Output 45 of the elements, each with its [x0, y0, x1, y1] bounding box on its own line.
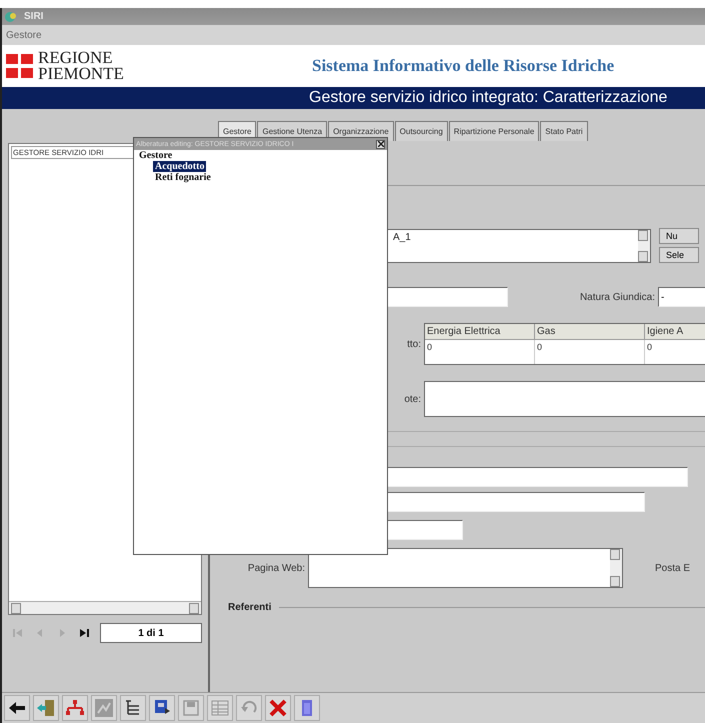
- logo-icon: [6, 52, 34, 80]
- field-label: Posta E: [654, 562, 691, 574]
- field-label: Pagina Web:: [246, 562, 306, 574]
- close-icon: [378, 141, 384, 147]
- field-label: tto:: [406, 338, 422, 350]
- action-button[interactable]: Sele: [659, 247, 699, 263]
- tab[interactable]: Stato Patri: [540, 121, 588, 141]
- action-button[interactable]: Nu: [659, 228, 699, 244]
- toolbar-button[interactable]: [4, 695, 30, 721]
- navigation-button[interactable]: [78, 627, 90, 639]
- field-label: Natura Giundica:: [578, 292, 656, 302]
- grid-icon: [210, 698, 230, 718]
- tree-item[interactable]: Gestore: [137, 150, 174, 161]
- system-title: Sistema Informativo delle Risorse Idriche: [312, 56, 614, 76]
- chart-icon: [94, 698, 114, 718]
- column-header: Energia Elettrica: [425, 324, 535, 340]
- toolbar-button[interactable]: [120, 695, 146, 721]
- section-title: Referenti: [228, 602, 272, 613]
- toolbar-button[interactable]: [149, 695, 175, 721]
- close-icon: [268, 698, 288, 718]
- window-title: SIRI: [24, 11, 44, 22]
- app-icon: [4, 10, 18, 22]
- logo-text: REGIONE: [38, 50, 114, 66]
- column-header: Igiene A: [645, 324, 705, 340]
- network-icon: [65, 698, 85, 718]
- tree-item[interactable]: Acquedotto: [153, 161, 206, 172]
- table-cell: 0: [425, 340, 535, 364]
- tab[interactable]: Outsourcing: [394, 121, 448, 141]
- page-title: Gestore servizio idrico integrato: Caratterizzazione: [309, 89, 668, 107]
- last-icon: [78, 628, 90, 638]
- column-header: Gas: [535, 324, 645, 340]
- logo-text: PIEMONTE: [38, 66, 124, 82]
- tab[interactable]: Ripartizione Personale: [448, 121, 540, 141]
- natura-field[interactable]: -: [658, 287, 705, 307]
- tree-item[interactable]: Reti fognarie: [153, 172, 213, 183]
- table-cell: 0: [645, 340, 705, 364]
- web-page-field[interactable]: [308, 548, 623, 588]
- first-icon: [12, 628, 24, 638]
- record-position-field[interactable]: 1 di 1: [100, 623, 202, 643]
- table-cell: 0: [535, 340, 645, 364]
- menu-item[interactable]: Gestore: [6, 30, 42, 40]
- close-button[interactable]: [376, 140, 385, 148]
- door-icon: [36, 698, 56, 718]
- field-label: ote:: [403, 394, 422, 404]
- notes-field[interactable]: [424, 381, 705, 417]
